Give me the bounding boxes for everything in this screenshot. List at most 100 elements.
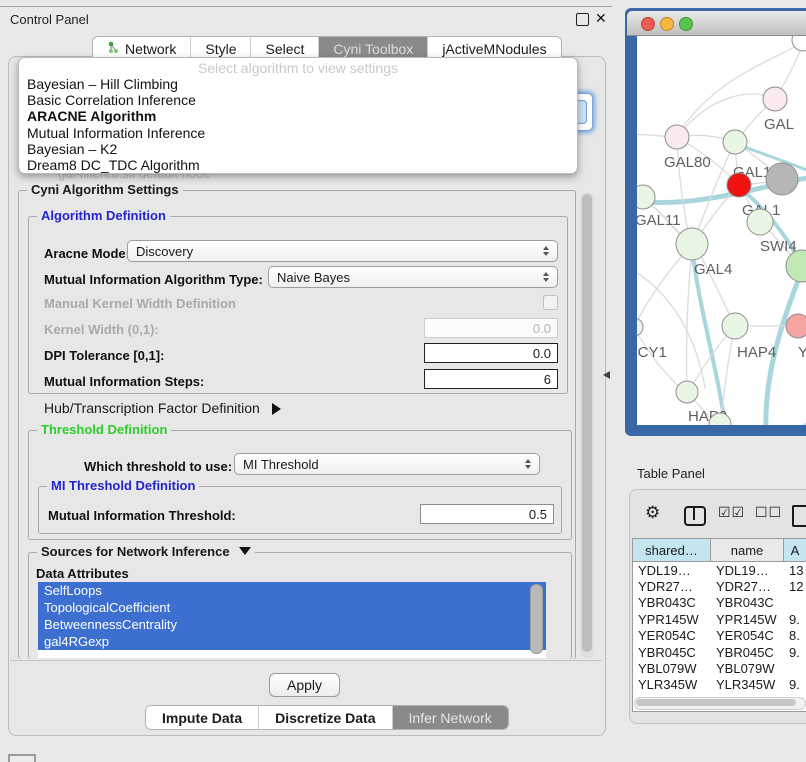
table-cell: YLR345W xyxy=(711,677,784,693)
table-cell: YBR045C xyxy=(711,644,784,660)
kernel-width-input[interactable]: 0.0 xyxy=(424,318,558,338)
traffic-light-close-icon[interactable] xyxy=(641,17,655,31)
table-cell: YBL079W xyxy=(633,660,711,676)
bottom-tabs: Impute DataDiscretize DataInfer Network xyxy=(145,705,509,730)
columns-icon[interactable] xyxy=(684,506,706,526)
table-cell: 13 xyxy=(784,562,806,578)
manual-kernel-checkbox[interactable] xyxy=(543,295,558,310)
data-attributes-label: Data Attributes xyxy=(36,566,129,581)
data-attribute-item[interactable]: TopologicalCoefficient xyxy=(38,599,546,616)
gear-icon[interactable]: ⚙ xyxy=(645,503,660,523)
table-cell: 9. xyxy=(784,677,806,693)
table-row[interactable]: YLR345WYLR345W9. xyxy=(633,677,806,693)
algorithm-option-dream8-dc-tdc-algorithm[interactable]: Dream8 DC_TDC Algorithm xyxy=(19,157,577,173)
apply-button[interactable]: Apply xyxy=(269,673,340,697)
minimized-panel-icon[interactable] xyxy=(8,754,36,762)
column-header-name[interactable]: name xyxy=(711,539,784,561)
table-row[interactable]: YER054CYER054C8. xyxy=(633,628,806,644)
table-row[interactable]: YDL19…YDL19…13 xyxy=(633,562,806,578)
tab-label: Select xyxy=(265,41,304,57)
tab-label: Cyni Toolbox xyxy=(333,41,413,57)
node-label: GAL11 xyxy=(637,212,681,229)
mi-type-select[interactable]: Naive Bayes xyxy=(268,266,558,288)
algorithm-option-bayesian-k2[interactable]: Bayesian – K2 xyxy=(19,141,577,157)
dpi-tolerance-label: DPI Tolerance [0,1]: xyxy=(44,348,164,363)
traffic-light-minimize-icon[interactable] xyxy=(660,17,674,31)
spinner-arrows-icon xyxy=(543,272,549,282)
table-cell xyxy=(784,595,806,611)
data-attribute-item[interactable]: SelfLoops xyxy=(38,582,546,599)
bottom-tab-infer-network[interactable]: Infer Network xyxy=(393,706,508,729)
network-node[interactable] xyxy=(792,36,806,51)
export-table-icon[interactable] xyxy=(792,505,806,527)
network-node[interactable] xyxy=(766,163,798,195)
network-canvas[interactable]: GALGAL80GAL10GAL1GAL11SWI4GAL4GCY1HAP4YH… xyxy=(637,36,806,425)
node-label: GCY1 xyxy=(637,344,667,361)
network-node-y[interactable] xyxy=(786,314,806,338)
control-panel-titlebar xyxy=(0,6,612,33)
dpi-tolerance-input[interactable]: 0.0 xyxy=(424,343,558,363)
table-horizontal-scrollbar[interactable] xyxy=(634,697,806,710)
close-icon[interactable]: ✕ xyxy=(595,10,607,27)
popup-ghost-label: Select algorithm to view settings xyxy=(19,60,577,76)
network-node-gal1[interactable] xyxy=(727,173,751,197)
threshold-definition-legend: Threshold Definition xyxy=(37,422,171,437)
float-panel-icon[interactable] xyxy=(576,13,589,26)
attribute-list-scrollbar[interactable] xyxy=(530,584,543,654)
network-node-swi4[interactable] xyxy=(747,209,773,235)
node-label: HAP4 xyxy=(737,344,776,361)
table-row[interactable]: YBL079WYBL079W xyxy=(633,660,806,676)
manual-kernel-label: Manual Kernel Width Definition xyxy=(44,296,236,311)
mi-threshold-input[interactable]: 0.5 xyxy=(420,504,554,524)
table-cell: YDR27… xyxy=(711,578,784,594)
network-node-hap2[interactable] xyxy=(676,381,698,403)
data-attribute-item[interactable]: BetweennessCentrality xyxy=(38,616,546,633)
network-icon xyxy=(107,41,120,57)
algorithm-select-popup: Select algorithm to view settings Bayesi… xyxy=(18,57,578,174)
hub-definition-toggle[interactable]: Hub/Transcription Factor Definition xyxy=(44,400,281,416)
table-row[interactable]: YBR043CYBR043C xyxy=(633,595,806,611)
column-header-shared[interactable]: shared… xyxy=(633,539,711,561)
table-cell: YER054C xyxy=(633,628,711,644)
network-window-titlebar[interactable] xyxy=(627,11,806,36)
network-node-hap4[interactable] xyxy=(722,313,748,339)
algorithm-option-aracne-algorithm[interactable]: ARACNE Algorithm xyxy=(19,108,577,124)
table-cell: YDR27… xyxy=(633,578,711,594)
table-row[interactable]: YBR045CYBR045C9. xyxy=(633,644,806,660)
network-edge xyxy=(637,268,705,388)
deselect-all-checkboxes-icon[interactable]: ☐☐ xyxy=(755,504,782,521)
traffic-light-zoom-icon[interactable] xyxy=(679,17,693,31)
settings-legend: Cyni Algorithm Settings xyxy=(27,182,183,197)
table-header-row: shared…nameA xyxy=(633,539,806,562)
table-cell: 8. xyxy=(784,628,806,644)
table-cell: 12 xyxy=(784,578,806,594)
network-node-gal80[interactable] xyxy=(665,125,689,149)
bottom-tab-impute-data[interactable]: Impute Data xyxy=(146,706,259,729)
bottom-tab-discretize-data[interactable]: Discretize Data xyxy=(259,706,392,729)
network-node-gal4[interactable] xyxy=(676,228,708,260)
select-all-checkboxes-icon[interactable]: ☑☑ xyxy=(718,504,745,521)
table-cell: YBL079W xyxy=(711,660,784,676)
expanded-arrow-icon[interactable] xyxy=(239,547,251,555)
table-cell: YBR043C xyxy=(633,595,711,611)
algorithm-option-bayesian-hill-climbing[interactable]: Bayesian – Hill Climbing xyxy=(19,76,577,92)
table-cell: 9. xyxy=(784,611,806,627)
network-node-gcy1[interactable] xyxy=(637,318,643,336)
table-rows: YDL19…YDL19…13YDR27…YDR27…12YBR043CYBR04… xyxy=(633,562,806,710)
network-node-gal10[interactable] xyxy=(723,130,747,154)
table-row[interactable]: YDR27…YDR27…12 xyxy=(633,578,806,594)
settings-scrollbar-thumb[interactable] xyxy=(582,194,592,652)
network-node-gal[interactable] xyxy=(763,87,787,111)
table-row[interactable]: YPR145WYPR145W9. xyxy=(633,611,806,627)
column-header-a[interactable]: A xyxy=(784,539,806,561)
network-view-window: GALGAL80GAL10GAL1GAL11SWI4GAL4GCY1HAP4YH… xyxy=(625,8,806,436)
mi-steps-input[interactable]: 6 xyxy=(424,369,558,389)
aracne-mode-select[interactable]: Discovery xyxy=(127,240,558,262)
aracne-mode-label: Aracne Mode: xyxy=(44,246,130,261)
mi-type-label: Mutual Information Algorithm Type: xyxy=(44,272,263,287)
algorithm-option-mutual-information-inference[interactable]: Mutual Information Inference xyxy=(19,125,577,141)
algorithm-option-basic-correlation-inference[interactable]: Basic Correlation Inference xyxy=(19,92,577,108)
which-threshold-select[interactable]: MI Threshold xyxy=(234,453,540,475)
data-attribute-item[interactable]: gal4RGexp xyxy=(38,633,546,650)
table-cell: YER054C xyxy=(711,628,784,644)
